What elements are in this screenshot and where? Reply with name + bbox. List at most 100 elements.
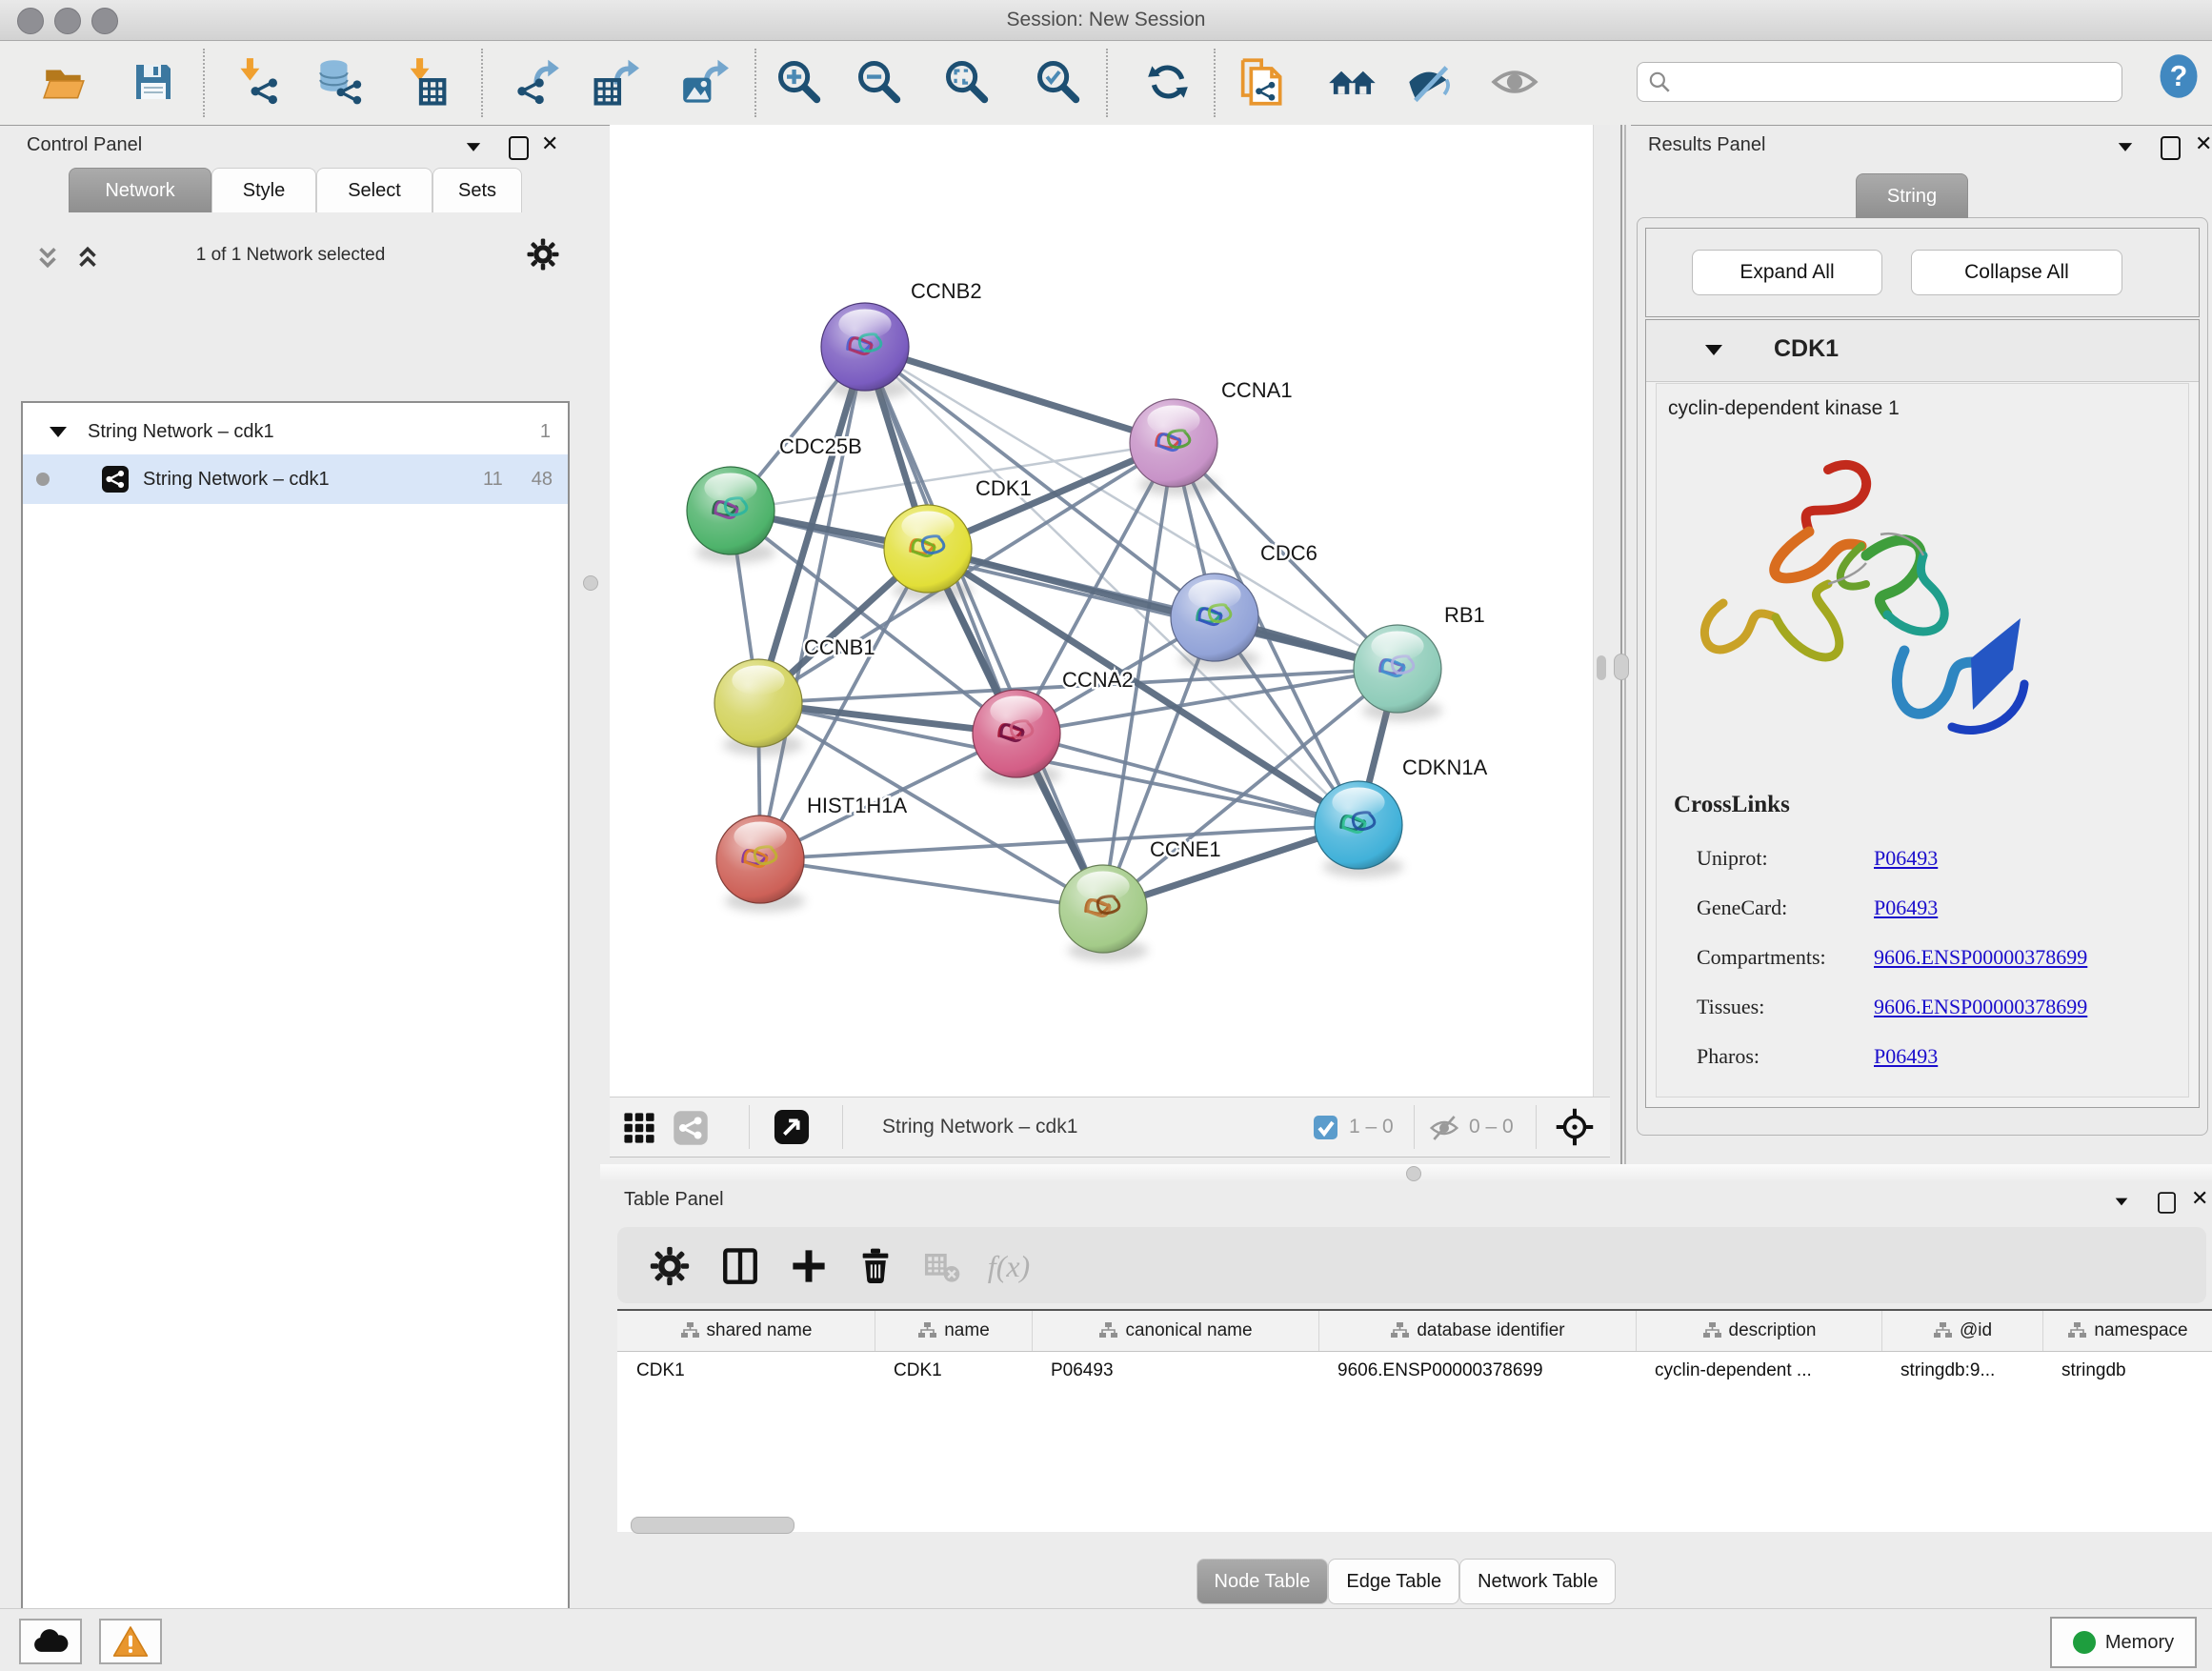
table-panel-float-icon[interactable] (2157, 1191, 2177, 1219)
separator (842, 1105, 843, 1149)
table-hscrollbar-thumb[interactable] (631, 1517, 794, 1534)
collapse-all-button[interactable]: Collapse All (1911, 250, 2122, 295)
collection-expander-icon[interactable] (50, 427, 67, 437)
column-header-3[interactable]: database identifier (1318, 1311, 1636, 1351)
graph-node-CDKN1A[interactable]: CDKN1A (1315, 755, 1488, 877)
delete-table-icon[interactable] (918, 1242, 966, 1290)
results-panel-float-icon[interactable] (2161, 136, 2181, 165)
fit-content-icon[interactable] (939, 54, 995, 110)
birds-eye-view-icon[interactable] (1555, 1107, 1595, 1152)
column-header-2[interactable]: canonical name (1032, 1311, 1318, 1351)
column-header-1[interactable]: name (875, 1311, 1032, 1351)
network-scrollbar-thumb[interactable] (1597, 655, 1606, 680)
graph-node-CCNA1[interactable]: CCNA1 (1130, 378, 1293, 495)
network-options-gear-icon[interactable] (526, 237, 560, 276)
import-network-database-icon[interactable] (313, 54, 369, 110)
network-row[interactable]: String Network – cdk1 11 48 (23, 454, 568, 504)
network-canvas[interactable]: CCNB2CCNA1CDC25BCDK1CDC6RB1CCNB1CCNA2CDK… (610, 125, 1593, 1097)
string-results-container: Expand All Collapse All CDK1 cyclin-depe… (1637, 217, 2208, 1136)
memory-status-dot (2073, 1631, 2096, 1654)
control-panel-close-icon[interactable]: ✕ (541, 132, 558, 156)
results-panel: Results Panel ✕ String Expand All Collap… (1631, 125, 2212, 1164)
network-collection-row[interactable]: String Network – cdk1 1 (23, 409, 568, 454)
table-row[interactable]: CDK1CDK1P064939606.ENSP00000378699cyclin… (617, 1352, 2212, 1390)
expand-all-button[interactable]: Expand All (1692, 250, 1882, 295)
network-scrollbar[interactable] (1593, 125, 1611, 1097)
detach-view-icon[interactable] (774, 1109, 810, 1150)
column-header-6[interactable]: namespace (2042, 1311, 2212, 1351)
column-header-0[interactable]: shared name (617, 1311, 875, 1351)
crosslink-value[interactable]: P06493 (1874, 1032, 2087, 1081)
protein-header-row[interactable]: CDK1 (1646, 320, 2199, 382)
search-icon (1647, 70, 1672, 94)
tab-edge-table[interactable]: Edge Table (1328, 1559, 1459, 1604)
graph-node-RB1[interactable]: RB1 (1354, 603, 1485, 721)
show-columns-icon[interactable] (716, 1242, 764, 1290)
crosslink-value[interactable]: 9606.ENSP00000378699 (1874, 933, 2087, 982)
function-builder-icon[interactable]: f(x) (985, 1242, 1033, 1290)
clone-network-icon[interactable] (1232, 54, 1287, 110)
crosslink-value[interactable]: 9606.ENSP00000378699 (1874, 982, 2087, 1032)
vertical-splitter[interactable] (1610, 125, 1631, 1164)
right-splitter-handle[interactable] (1614, 654, 1629, 680)
delete-column-trash-icon[interactable] (852, 1242, 899, 1290)
import-network-file-icon[interactable] (230, 54, 285, 110)
column-header-4[interactable]: description (1636, 1311, 1881, 1351)
control-panel-menu-icon[interactable] (465, 140, 482, 157)
bottom-splitter-handle[interactable] (1406, 1166, 1421, 1181)
tab-network-table[interactable]: Network Table (1459, 1559, 1616, 1604)
export-network-icon[interactable] (511, 54, 566, 110)
left-splitter-handle[interactable] (583, 575, 598, 591)
protein-expander-icon[interactable] (1705, 345, 1722, 355)
save-session-icon[interactable] (126, 54, 181, 110)
import-table-file-icon[interactable] (397, 54, 452, 110)
node-table[interactable]: shared namenamecanonical namedatabase id… (617, 1309, 2212, 1532)
warning-button[interactable] (99, 1619, 162, 1664)
open-session-icon[interactable] (37, 54, 92, 110)
zoom-in-icon[interactable] (772, 54, 827, 110)
tab-style[interactable]: Style (211, 168, 316, 212)
search-box[interactable] (1637, 62, 2122, 102)
cloud-button[interactable] (19, 1619, 82, 1664)
graph-node-CDK1[interactable]: CDK1 (884, 476, 1032, 601)
tab-node-table[interactable]: Node Table (1196, 1559, 1329, 1604)
search-input[interactable] (1672, 70, 2095, 93)
selected-checkbox-icon[interactable] (1313, 1115, 1338, 1145)
table-panel-close-icon[interactable]: ✕ (2191, 1187, 2208, 1211)
tab-select[interactable]: Select (316, 168, 432, 212)
tab-sets[interactable]: Sets (432, 168, 522, 212)
graph-node-CDC6[interactable]: CDC6 (1171, 541, 1317, 670)
graph-node-label: CCNB1 (804, 635, 875, 659)
export-table-icon[interactable] (589, 54, 644, 110)
graph-node-label: CDC6 (1260, 541, 1317, 565)
graph-node-CCNE1[interactable]: CCNE1 (1059, 837, 1221, 961)
network-list-view-icon[interactable] (673, 1110, 709, 1151)
table-settings-gear-icon[interactable] (646, 1242, 694, 1290)
grid-view-icon[interactable] (623, 1112, 655, 1149)
network-status-dot (36, 473, 50, 486)
export-image-icon[interactable] (678, 54, 734, 110)
refresh-view-icon[interactable] (1140, 54, 1196, 110)
graph-node-CCNB1[interactable]: CCNB1 (714, 635, 875, 755)
title-bar: Session: New Session (0, 0, 2212, 41)
tab-network[interactable]: Network (69, 168, 211, 212)
memory-button[interactable]: Memory (2050, 1617, 2197, 1668)
results-panel-close-icon[interactable]: ✕ (2195, 132, 2212, 156)
table-panel-menu-icon[interactable] (2113, 1195, 2130, 1212)
hide-eye-icon[interactable] (1402, 54, 1458, 110)
home-icon[interactable] (1325, 54, 1380, 110)
protein-structure-image (1685, 441, 2047, 765)
column-header-5[interactable]: @id (1881, 1311, 2042, 1351)
tab-string[interactable]: String (1856, 173, 1968, 218)
crosslink-value[interactable]: P06493 (1874, 883, 2087, 933)
control-panel-float-icon[interactable] (509, 136, 529, 165)
network-graph[interactable]: CCNB2CCNA1CDC25BCDK1CDC6RB1CCNB1CCNA2CDK… (610, 125, 1593, 1097)
results-panel-menu-icon[interactable] (2117, 140, 2134, 157)
show-eye-icon[interactable] (1487, 54, 1542, 110)
zoom-out-icon[interactable] (852, 54, 907, 110)
collection-count: 1 (540, 421, 551, 443)
crosslink-value[interactable]: P06493 (1874, 834, 2087, 883)
help-icon[interactable]: ? (2151, 49, 2206, 104)
create-column-icon[interactable] (785, 1242, 833, 1290)
zoom-selected-icon[interactable] (1031, 54, 1086, 110)
